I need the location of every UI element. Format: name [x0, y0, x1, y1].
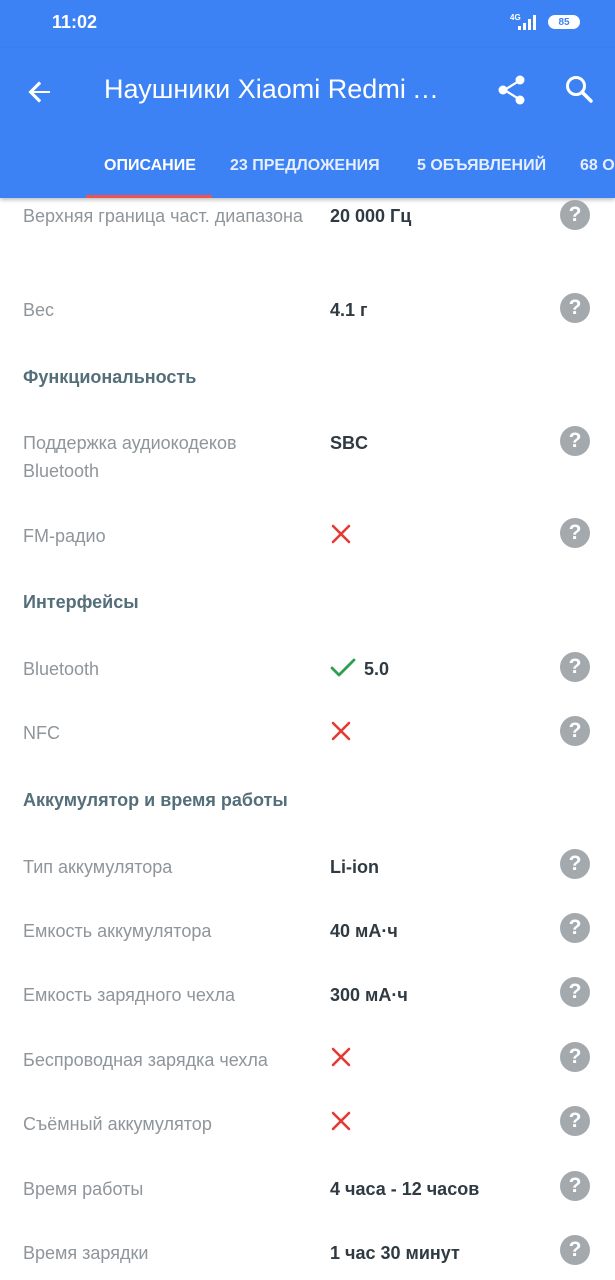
- help-icon[interactable]: ?: [560, 849, 590, 879]
- cross-icon: [331, 1047, 351, 1067]
- spec-label: Съёмный аккумулятор: [23, 1114, 212, 1134]
- help-icon[interactable]: ?: [560, 426, 590, 456]
- page-title: Наушники Xiaomi Redmi AirDots: [104, 74, 450, 104]
- help-icon[interactable]: ?: [560, 200, 590, 230]
- signal-icon: [518, 15, 536, 30]
- help-icon[interactable]: ?: [560, 716, 590, 746]
- tab-description[interactable]: ОПИСАНИЕ: [104, 148, 196, 198]
- section-title: Аккумулятор и время работы: [23, 790, 288, 810]
- app-bar: Наушники Xiaomi Redmi AirDots ОПИСАНИЕ 2…: [0, 48, 615, 198]
- cross-icon: [331, 524, 351, 544]
- spec-label: Поддержка аудиокодеков Bluetooth: [23, 433, 237, 481]
- check-icon: [330, 658, 356, 677]
- spec-value: 20 000 Гц: [330, 206, 412, 226]
- help-icon[interactable]: ?: [560, 1042, 590, 1072]
- spec-label: Тип аккумулятора: [23, 857, 173, 877]
- spec-value: 4.1 г: [330, 300, 368, 320]
- tab-bar: ОПИСАНИЕ 23 ПРЕДЛОЖЕНИЯ 5 ОБЪЯВЛЕНИЙ 68 …: [0, 148, 615, 198]
- spec-value: 300 мА·ч: [330, 985, 408, 1005]
- search-icon: [566, 76, 593, 103]
- help-icon[interactable]: ?: [560, 913, 590, 943]
- help-icon[interactable]: ?: [560, 293, 590, 323]
- status-time: 11:02: [52, 12, 98, 32]
- status-bar: 11:02 4G 85: [0, 0, 615, 48]
- spec-label: Время работы: [23, 1179, 144, 1199]
- spec-value: 1 час 30 минут: [330, 1243, 460, 1263]
- spec-label: Bluetooth: [23, 659, 100, 679]
- spec-label: Вес: [23, 300, 55, 320]
- arrow-back-icon: [28, 81, 50, 103]
- tab-offers[interactable]: 23 ПРЕДЛОЖЕНИЯ: [230, 148, 380, 198]
- spec-value: Li-ion: [330, 857, 379, 877]
- spec-label: FM-радио: [23, 526, 106, 546]
- spec-label: Верхняя граница част. диапазона: [23, 206, 303, 226]
- cross-icon: [331, 721, 351, 741]
- spec-label: Беспроводная зарядка чехла: [23, 1050, 268, 1070]
- spec-value: SBC: [330, 433, 369, 453]
- help-icon[interactable]: ?: [560, 977, 590, 1007]
- share-icon: [498, 75, 525, 105]
- share-button[interactable]: [494, 72, 530, 108]
- back-button[interactable]: [20, 72, 60, 112]
- spec-value: 40 мА·ч: [330, 921, 398, 941]
- battery-indicator: 85: [548, 15, 580, 29]
- tab-ads[interactable]: 5 ОБЪЯВЛЕНИЙ: [417, 148, 546, 198]
- spec-label: Емкость аккумулятора: [23, 921, 212, 941]
- help-icon[interactable]: ?: [560, 1106, 590, 1136]
- specs-list: Верхняя граница част. диапазона 20 000 Г…: [0, 198, 615, 1280]
- help-icon[interactable]: ?: [560, 1171, 590, 1201]
- spec-value: 4 часа - 12 часов: [330, 1179, 480, 1199]
- help-icon[interactable]: ?: [560, 518, 590, 548]
- spec-value: 5.0: [364, 659, 390, 679]
- section-title: Функциональность: [23, 367, 197, 387]
- spec-label: NFC: [23, 723, 60, 743]
- tab-reviews[interactable]: 68 О: [580, 148, 615, 198]
- spec-label: Время зарядки: [23, 1243, 149, 1263]
- help-icon[interactable]: ?: [560, 652, 590, 682]
- cross-icon: [331, 1111, 351, 1131]
- section-title: Интерфейсы: [23, 592, 139, 612]
- search-button[interactable]: [562, 72, 598, 108]
- spec-label: Емкость зарядного чехла: [23, 985, 236, 1005]
- help-icon[interactable]: ?: [560, 1235, 590, 1265]
